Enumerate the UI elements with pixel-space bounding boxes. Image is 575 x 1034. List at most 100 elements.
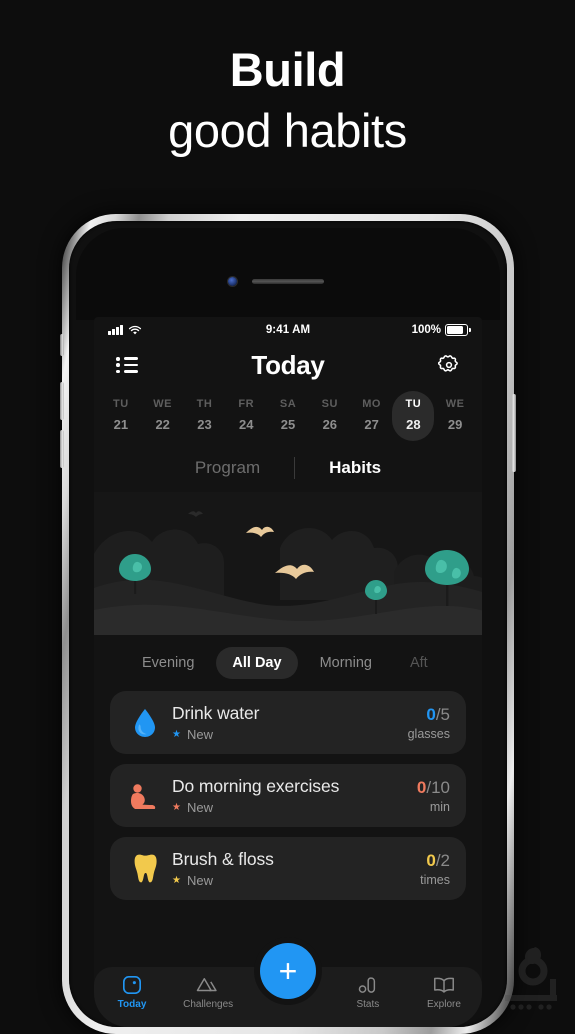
habit-card-brush-floss[interactable]: Brush & floss ★ New 0/2 times — [110, 837, 466, 900]
habit-progress: 0/2 times — [420, 851, 450, 887]
tab-explore[interactable]: Explore — [406, 973, 482, 1010]
habit-progress: 0/10 min — [417, 778, 450, 814]
night-landscape-illustration — [94, 492, 482, 635]
habit-title: Do morning exercises — [172, 776, 340, 796]
volume-down-button[interactable] — [60, 430, 64, 468]
phone-mockup: 9:41 AM 100% Today TU 21 WE 22 TH 23 FR … — [60, 214, 516, 1034]
battery-full-icon — [445, 324, 471, 336]
filter-pill-afternoon[interactable]: Aft — [394, 647, 444, 679]
power-button[interactable] — [512, 394, 516, 472]
date-cell-5[interactable]: SU 26 — [309, 391, 351, 441]
date-cell-4[interactable]: SA 25 — [267, 391, 309, 441]
date-cell-8[interactable]: WE 29 — [434, 391, 476, 441]
cellular-signal-icon — [108, 325, 123, 335]
habit-title: Drink water — [172, 703, 260, 723]
headline-line-1: Build — [229, 43, 346, 96]
filter-pill-evening[interactable]: Evening — [126, 647, 210, 679]
status-bar: 9:41 AM 100% — [94, 317, 482, 343]
phone-top-bezel — [76, 228, 500, 320]
tab-program[interactable]: Program — [161, 458, 294, 478]
date-num: 28 — [406, 417, 421, 432]
page-title: Today — [251, 349, 325, 380]
front-camera-icon — [228, 277, 237, 286]
app-header: Today — [94, 343, 482, 387]
water-drop-icon — [126, 704, 164, 742]
habit-unit: min — [429, 799, 450, 814]
bar-chart-icon — [330, 973, 406, 997]
tab-label: Challenges — [183, 999, 234, 1010]
habit-badge: New — [186, 800, 213, 815]
date-strip[interactable]: TU 21 WE 22 TH 23 FR 24 SA 25 SU 26 MO 2… — [94, 387, 482, 443]
tab-habits[interactable]: Habits — [295, 458, 415, 478]
date-cell-3[interactable]: FR 24 — [225, 391, 267, 441]
add-habit-button[interactable]: + — [260, 943, 316, 999]
promo-headline: Build good habits — [0, 42, 575, 159]
date-num: 26 — [322, 417, 338, 432]
habit-done: 0 — [426, 850, 436, 870]
tab-label: Stats — [356, 999, 380, 1010]
date-dow: FR — [238, 398, 255, 410]
date-dow: TU — [113, 398, 129, 410]
habit-goal: /10 — [426, 777, 450, 797]
habit-badge: New — [186, 727, 213, 742]
volume-up-button[interactable] — [60, 382, 64, 420]
time-filter-pills[interactable]: Evening All Day Morning Aft — [94, 635, 482, 691]
date-dow: SU — [321, 398, 338, 410]
date-cell-6[interactable]: MO 27 — [351, 391, 393, 441]
date-cell-1[interactable]: WE 22 — [142, 391, 184, 441]
phone-body: 9:41 AM 100% Today TU 21 WE 22 TH 23 FR … — [69, 221, 507, 1027]
mountains-icon — [170, 973, 246, 997]
gear-icon[interactable] — [434, 350, 464, 380]
star-icon: ★ — [172, 728, 181, 740]
date-cell-2[interactable]: TH 23 — [184, 391, 226, 441]
habit-done: 0 — [416, 777, 427, 797]
headline-line-2: good habits — [168, 104, 407, 158]
tab-challenges[interactable]: Challenges — [170, 973, 246, 1010]
star-icon: ★ — [172, 874, 181, 886]
habit-goal: /2 — [435, 850, 450, 870]
tab-stats[interactable]: Stats — [330, 973, 406, 1010]
phone-screen: 9:41 AM 100% Today TU 21 WE 22 TH 23 FR … — [94, 317, 482, 1027]
sit-up-exercise-icon — [126, 777, 164, 815]
status-time: 9:41 AM — [265, 324, 311, 336]
date-num: 27 — [364, 417, 379, 432]
date-dow: MO — [362, 398, 381, 410]
filter-pill-all-day[interactable]: All Day — [216, 647, 298, 679]
habit-list: Drink water ★ New 0/5 glasses Do morning… — [94, 691, 482, 900]
date-num: 25 — [280, 417, 296, 432]
site-watermark-logo — [497, 939, 571, 1013]
habit-card-morning-exercises[interactable]: Do morning exercises ★ New 0/10 min — [110, 764, 466, 827]
plus-icon: + — [278, 953, 298, 989]
today-square-icon — [94, 973, 170, 997]
battery-percent-label: 100% — [411, 324, 441, 336]
date-num: 23 — [197, 417, 212, 432]
tab-label: Explore — [427, 999, 461, 1010]
date-dow: TU — [405, 398, 422, 410]
tab-label: Today — [117, 999, 147, 1010]
habit-done: 0 — [426, 704, 436, 724]
date-num: 29 — [447, 417, 463, 432]
date-dow: WE — [445, 398, 465, 410]
star-icon: ★ — [172, 801, 181, 813]
open-book-icon — [406, 973, 482, 997]
tab-today[interactable]: Today — [94, 973, 170, 1010]
date-num: 22 — [155, 417, 170, 432]
habit-unit: glasses — [407, 726, 450, 741]
earpiece-speaker — [252, 279, 324, 284]
date-num: 21 — [113, 417, 129, 432]
filter-pill-morning[interactable]: Morning — [304, 647, 388, 679]
habit-progress: 0/5 glasses — [408, 705, 450, 741]
date-cell-selected[interactable]: TU 28 — [392, 391, 435, 441]
silent-switch[interactable] — [60, 334, 64, 356]
date-num: 24 — [239, 417, 254, 432]
habit-title: Brush & floss — [172, 849, 274, 869]
habit-badge: New — [186, 873, 213, 888]
list-menu-icon[interactable] — [112, 350, 142, 380]
segment-tabs: Program Habits — [94, 443, 482, 492]
tooth-icon — [126, 850, 164, 888]
wifi-icon — [128, 325, 141, 334]
habit-card-drink-water[interactable]: Drink water ★ New 0/5 glasses — [110, 691, 466, 754]
habit-goal: /5 — [435, 704, 450, 724]
date-cell-0[interactable]: TU 21 — [100, 391, 142, 441]
date-dow: TH — [196, 398, 213, 410]
